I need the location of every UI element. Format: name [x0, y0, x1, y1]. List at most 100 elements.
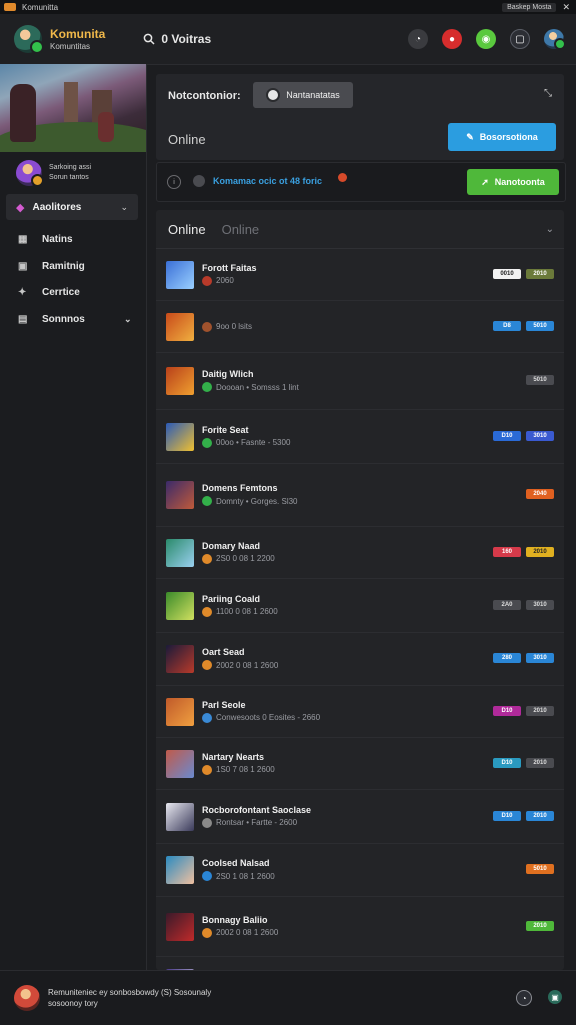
game-badge[interactable]: D10 — [493, 430, 521, 441]
chat-bubble-icon[interactable]: ▣ — [548, 990, 562, 1004]
banner-creature-figure — [98, 112, 114, 142]
game-row[interactable]: 9oo 0 lsits D8 5010 — [156, 301, 564, 353]
status-dot-icon — [202, 764, 212, 775]
brand-subtitle: Komuntitas — [50, 42, 91, 51]
game-badge[interactable]: 2010 — [526, 546, 554, 557]
game-subtitle-text: Domnty • Gorges. Sl30 — [216, 496, 298, 506]
secondary-action-label: Nanotoonta — [494, 177, 545, 187]
game-badge[interactable]: 3010 — [526, 653, 554, 663]
profile-status-dot — [31, 174, 44, 187]
chat-icon[interactable]: ◉ — [476, 29, 496, 49]
game-row[interactable]: Forott Faitas 2060 0010 2010 — [156, 249, 564, 301]
game-row[interactable]: Domens Femtons Domnty • Gorges. Sl30 2040 — [156, 464, 564, 527]
inbox-icon[interactable]: ▢ — [510, 29, 530, 49]
banner-castle-tower — [64, 82, 78, 122]
game-badge[interactable]: 160 — [493, 546, 521, 557]
game-subtitle-text: Rontsar • Fartte - 2600 — [216, 818, 298, 827]
search-button[interactable]: 0 Voitras — [143, 32, 211, 46]
sidebar-item-4[interactable]: ▤ Sonnnos ⌄ — [18, 314, 132, 325]
game-badge[interactable]: 2010 — [526, 705, 554, 716]
alert-dot-icon — [338, 173, 347, 182]
game-row[interactable]: Rocborofontant Saoclase Rontsar • Fartte … — [156, 790, 564, 844]
game-badge[interactable]: 2010 — [526, 268, 554, 279]
announcement-link[interactable]: Komamac ocic ot 48 foric — [213, 176, 322, 186]
sidebar-item-label: Ramitnig — [42, 261, 85, 272]
grid-icon: ▦ — [18, 234, 28, 245]
status-dot-icon — [202, 606, 212, 617]
game-badge[interactable]: 2040 — [526, 489, 554, 499]
game-badge[interactable]: 0010 — [493, 268, 521, 279]
game-subtitle-text: Doooan • Somsss 1 lint — [216, 382, 299, 392]
game-row[interactable]: Oart Sead 2002 0 08 1 2600 280 3010 — [156, 633, 564, 686]
game-title: Oart Sead — [202, 647, 245, 657]
game-subtitle: 2002 0 08 1 2600 — [202, 927, 278, 938]
game-thumbnail — [166, 538, 194, 567]
image-icon: ▣ — [18, 261, 28, 272]
notification-panel: Notcontonior: Nantanatatas ⤡ Online ✎ Bo… — [156, 74, 564, 160]
game-row[interactable]: Domary Naad 2S0 0 08 1 2200 160 2010 — [156, 527, 564, 579]
game-subtitle: 00oo • Fasnte - 5300 — [202, 437, 290, 448]
game-badge[interactable]: D8 — [493, 320, 521, 331]
primary-action-button[interactable]: ✎ Bosorsotiona — [448, 123, 556, 151]
tab-online-secondary[interactable]: Online — [222, 222, 260, 237]
game-badge[interactable]: D10 — [493, 757, 521, 768]
game-badge[interactable]: 2010 — [526, 757, 554, 768]
footer-avatar[interactable] — [14, 985, 40, 1011]
game-row[interactable]: Mod Faioo2S0 1 08 1 26002K02010 — [156, 957, 564, 970]
game-badges: 280 3010 — [493, 653, 554, 663]
game-row[interactable]: Coolsed Nalsad 2S0 1 08 1 2600 5010 — [156, 844, 564, 897]
sidebar-item-3[interactable]: ✦ Cerrtice — [18, 287, 80, 298]
footer-line-2: sosoonoy tory — [48, 999, 98, 1008]
brand: Komunita Komuntitas — [50, 27, 105, 51]
game-row[interactable]: Nartary Nearts 1S0 7 08 1 2600 D10 2010 — [156, 738, 564, 790]
status-dot-icon — [202, 382, 212, 392]
game-badge[interactable]: 2A0 — [493, 599, 521, 610]
game-list: Forott Faitas 2060 0010 2010 9oo 0 lsits D8 50… — [156, 249, 564, 970]
game-row[interactable]: Daitig Wlich Doooan • Somsss 1 lint 5010 — [156, 353, 564, 410]
game-subtitle: Doooan • Somsss 1 lint — [202, 382, 299, 392]
alerts-icon[interactable]: ● — [442, 29, 462, 49]
game-badge[interactable]: 2010 — [526, 920, 554, 931]
game-row[interactable]: Forite Seat 00oo • Fasnte - 5300 D10 3010 — [156, 410, 564, 464]
status-dot-icon — [202, 927, 212, 938]
game-badge[interactable]: 3010 — [526, 599, 554, 610]
game-subtitle-text: 2S0 0 08 1 2200 — [216, 554, 275, 563]
title-bar: Komunitta Baskep Mosta ✕ — [0, 0, 576, 14]
game-badge[interactable]: D10 — [493, 705, 521, 716]
game-badge[interactable]: 5010 — [526, 320, 554, 331]
close-icon[interactable]: ✕ — [562, 2, 570, 13]
sidebar-item-label: Sonnnos — [42, 314, 85, 325]
game-subtitle: 2002 0 08 1 2600 — [202, 660, 278, 670]
window-menu-button[interactable]: Baskep Mosta — [502, 2, 557, 12]
history-icon[interactable]: ◔ — [408, 29, 428, 49]
game-badge[interactable]: 5010 — [526, 864, 554, 874]
sidebar-item-selected[interactable]: ◆ Aaolitores ⌄ — [6, 194, 138, 220]
game-subtitle-text: 9oo 0 lsits — [216, 322, 253, 331]
status-dot-icon — [202, 496, 212, 506]
sidebar-item-label: Cerrtice — [42, 287, 80, 298]
sidebar-item-2[interactable]: ▣ Ramitnig — [18, 261, 85, 272]
clock-icon[interactable]: ◔ — [516, 990, 532, 1006]
sidebar-item-1[interactable]: ▦ Natins — [18, 234, 73, 245]
game-badge[interactable]: 280 — [493, 653, 521, 663]
secondary-action-button[interactable]: ➚ Nanotoonta — [467, 169, 559, 195]
game-row[interactable]: Bonnagy Baliio 2002 0 08 1 2600 2010 — [156, 897, 564, 957]
game-badge[interactable]: 5010 — [526, 375, 554, 385]
sidebar-profile[interactable]: Sarkoing assi Sorun tantos — [16, 160, 91, 187]
game-thumbnail — [166, 312, 194, 341]
notification-button[interactable]: Nantanatatas — [253, 82, 353, 108]
footer-bar: Remuniteniec ey sonbosbowdy (S) Sosounal… — [0, 970, 576, 1025]
online-status-dot — [30, 40, 44, 54]
user-avatar[interactable] — [544, 29, 566, 50]
game-row[interactable]: Parl Seole Conwesoots 0 Eosites - 2660 D10… — [156, 686, 564, 738]
game-title: Domens Femtons — [202, 483, 278, 493]
chevron-down-icon[interactable]: ⌄ — [546, 224, 554, 235]
game-row[interactable]: Pariing Coald 1100 0 08 1 2600 2A0 3010 — [156, 579, 564, 633]
collapse-icon[interactable]: ⤡ — [544, 88, 552, 99]
tab-online[interactable]: Online — [168, 222, 206, 237]
game-badge[interactable]: 3010 — [526, 430, 554, 441]
game-badge[interactable]: D10 — [493, 810, 521, 821]
game-badge[interactable]: 2010 — [526, 810, 554, 821]
community-avatar[interactable] — [14, 25, 44, 54]
edit-icon: ✎ — [466, 131, 474, 142]
